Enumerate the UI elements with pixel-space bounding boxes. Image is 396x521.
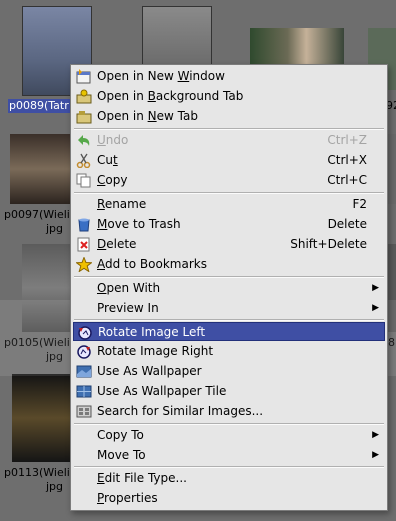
rotate-left-icon — [78, 326, 92, 340]
menu-item-open-with[interactable]: Open With ▶ — [73, 279, 385, 298]
shortcut-label: F2 — [352, 197, 367, 211]
menu-separator — [74, 423, 384, 425]
delete-icon — [77, 237, 90, 252]
menu-item-search-similar-images[interactable]: Search for Similar Images... — [73, 402, 385, 421]
menu-item-undo[interactable]: Undo Ctrl+Z — [73, 131, 385, 150]
shortcut-label: Delete — [327, 217, 367, 231]
thumbnail-image[interactable] — [10, 134, 70, 204]
menu-item-open-new-tab[interactable]: Open in New Tab — [73, 107, 385, 126]
menu-item-delete[interactable]: Delete Shift+Delete — [73, 235, 385, 254]
trash-icon — [78, 218, 90, 232]
menu-item-use-as-wallpaper[interactable]: Use As Wallpaper — [73, 362, 385, 381]
menu-item-rename[interactable]: Rename F2 — [73, 195, 385, 214]
new-tab-icon — [76, 111, 92, 124]
thumbnail-label[interactable]: jpg — [46, 480, 63, 494]
menu-item-copy-to[interactable]: Copy To ▶ — [73, 426, 385, 445]
submenu-arrow-icon: ▶ — [372, 430, 379, 440]
submenu-arrow-icon: ▶ — [372, 303, 379, 313]
shortcut-label: Ctrl+Z — [327, 133, 367, 147]
undo-icon — [78, 135, 90, 146]
wallpaper-icon — [76, 365, 92, 378]
bookmark-star-icon — [76, 257, 92, 272]
menu-item-rotate-image-right[interactable]: Rotate Image Right — [73, 342, 385, 361]
menu-item-copy[interactable]: Copy Ctrl+C — [73, 171, 385, 190]
shortcut-label: Ctrl+X — [327, 153, 367, 167]
menu-item-cut[interactable]: Cut Ctrl+X — [73, 151, 385, 170]
background-tab-icon — [76, 89, 92, 104]
menu-separator — [74, 276, 384, 278]
similar-images-icon — [76, 405, 92, 418]
wallpaper-tile-icon — [76, 385, 92, 398]
menu-item-rotate-image-left[interactable]: Rotate Image Left — [73, 322, 385, 341]
submenu-arrow-icon: ▶ — [372, 283, 379, 293]
thumbnail-image[interactable] — [388, 134, 396, 204]
thumbnail-label[interactable]: jpg — [46, 222, 63, 236]
new-window-icon — [76, 69, 91, 84]
thumbnail-image[interactable] — [12, 374, 70, 462]
menu-item-add-to-bookmarks[interactable]: Add to Bookmarks — [73, 255, 385, 274]
context-menu: Open in New Window Open in Background Ta… — [70, 64, 388, 511]
menu-separator — [74, 128, 384, 130]
menu-item-properties[interactable]: Properties — [73, 489, 385, 508]
cut-icon — [76, 153, 91, 168]
menu-item-move-to-trash[interactable]: Move to Trash Delete — [73, 215, 385, 234]
thumbnail-label[interactable]: p0089(Tatr — [8, 99, 70, 113]
shortcut-label: Ctrl+C — [327, 173, 367, 187]
menu-separator — [74, 466, 384, 468]
thumbnail-label[interactable]: p0113(Wieli — [4, 466, 70, 480]
menu-item-edit-file-type[interactable]: Edit File Type... — [73, 469, 385, 488]
menu-item-open-background-tab[interactable]: Open in Background Tab — [73, 87, 385, 106]
menu-item-use-as-wallpaper-tile[interactable]: Use As Wallpaper Tile — [73, 382, 385, 401]
menu-item-move-to[interactable]: Move To ▶ — [73, 446, 385, 465]
menu-separator — [74, 192, 384, 194]
menu-item-open-new-window[interactable]: Open in New Window — [73, 67, 385, 86]
menu-item-preview-in[interactable]: Preview In ▶ — [73, 299, 385, 318]
copy-icon — [76, 173, 91, 188]
submenu-arrow-icon: ▶ — [372, 450, 379, 460]
shortcut-label: Shift+Delete — [290, 237, 367, 251]
menu-separator — [74, 319, 384, 321]
rotate-right-icon — [77, 345, 91, 359]
thumbnail-label[interactable]: p0097(Wieli — [4, 208, 70, 222]
